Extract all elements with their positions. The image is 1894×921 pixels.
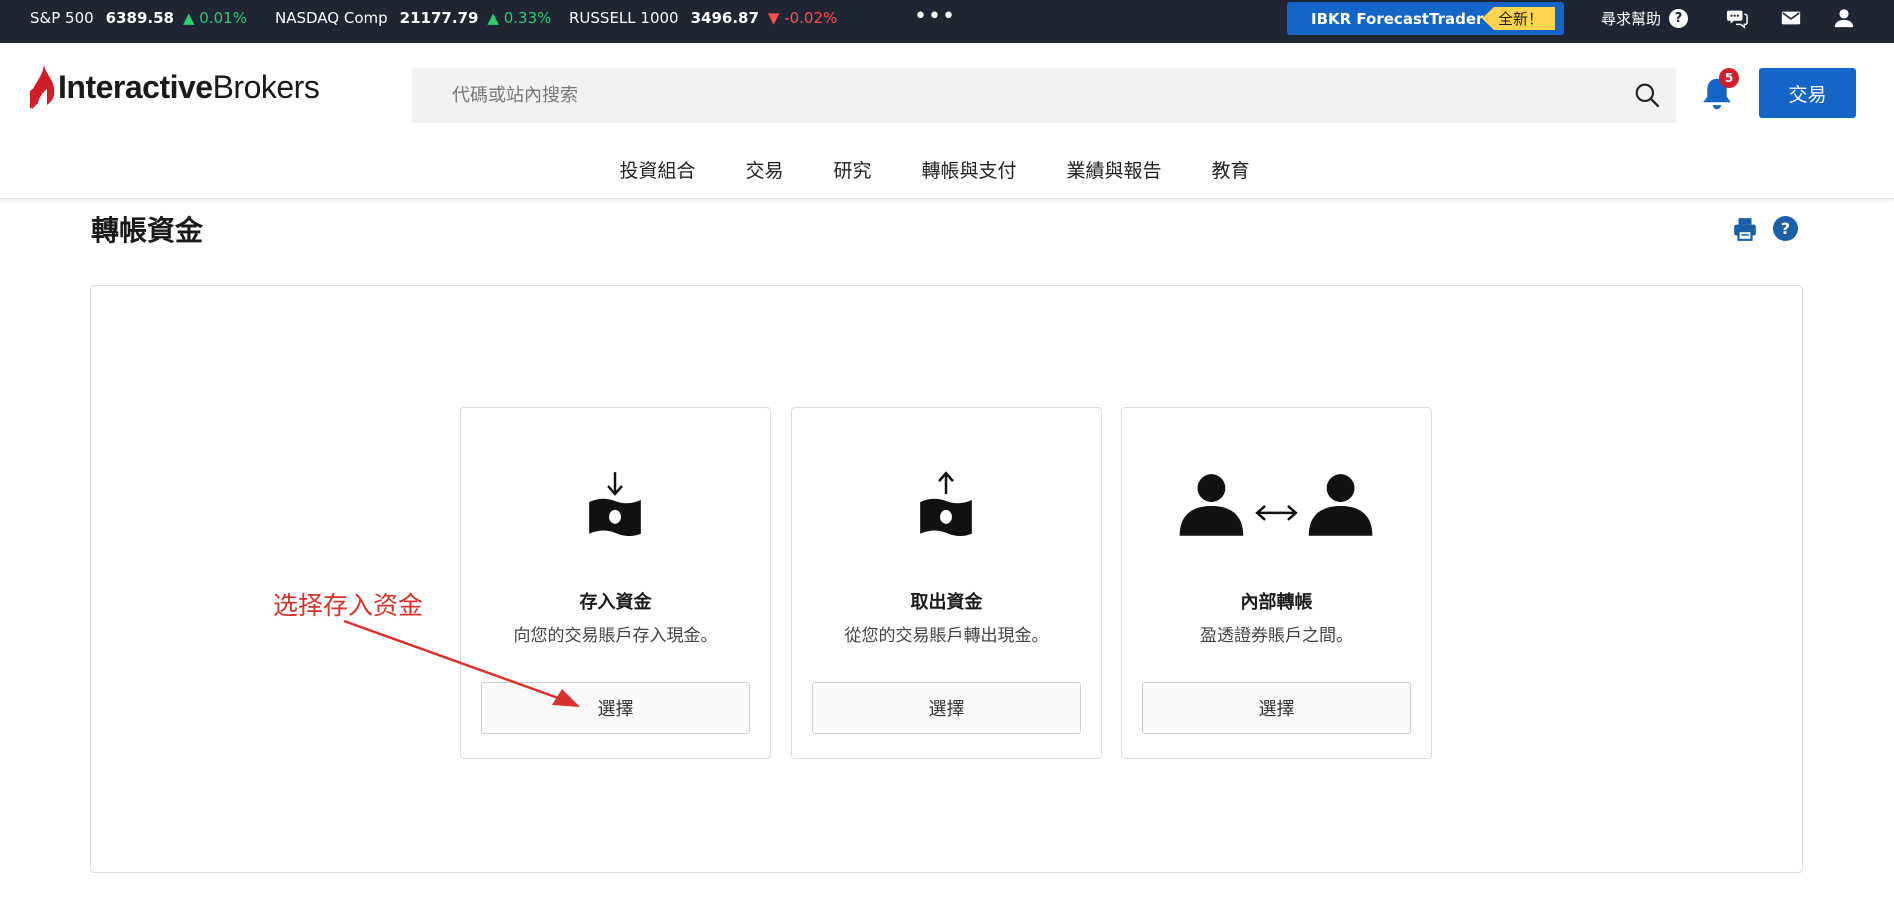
page-help-icon[interactable]: ? [1773,216,1798,241]
logo-wordmark: InteractiveBrokers [58,68,320,106]
ticker-item-nasdaq[interactable]: NASDAQ Comp 21177.79 ▲ 0.33% [275,0,551,36]
nav-item-performance-reports[interactable]: 業績與報告 [1067,156,1162,186]
ticker-value: 6389.58 [105,9,174,27]
card-title: 內部轉帳 [1240,592,1313,613]
ib-logo[interactable]: InteractiveBrokers [30,65,320,109]
ticker-item-sp500[interactable]: S&P 500 6389.58 ▲ 0.01% [30,0,247,36]
card-description: 盈透證券賬戶之間。 [1200,626,1353,646]
notification-count-badge: 5 [1719,68,1739,88]
ticker-name: RUSSELL 1000 [569,9,679,27]
help-circle-icon: ? [1669,8,1689,28]
ticker-value: 21177.79 [399,9,479,27]
ticker-value: 3496.87 [690,9,759,27]
page-title: 轉帳資金 [91,214,204,247]
nav-item-trade[interactable]: 交易 [745,156,783,186]
nav-item-transfer-pay[interactable]: 轉帳與支付 [922,156,1017,186]
ib-flame-icon [30,65,55,109]
annotation-arrow-icon [343,619,580,707]
logo-regular: Brokers [212,68,320,105]
logo-bold: Interactive [58,68,213,105]
internal-transfer-card: 內部轉帳 盈透證券賬戶之間。 選擇 [1121,407,1432,759]
withdraw-money-icon [920,471,972,536]
card-description: 從您的交易賬戶轉出現金。 [844,626,1049,646]
nav-item-portfolio[interactable]: 投資組合 [619,156,695,186]
user-account-icon[interactable] [1833,7,1855,29]
market-ticker-bar: S&P 500 6389.58 ▲ 0.01% NASDAQ Comp 2117… [0,0,1894,43]
chat-icon[interactable] [1726,7,1748,29]
forecasttrader-promo-button[interactable]: IBKR ForecastTrader 全新！ [1287,2,1564,35]
main-navigation: 投資組合 交易 研究 轉帳與支付 業績與報告 教育 [0,156,1894,186]
ticker-name: NASDAQ Comp [275,9,388,27]
site-header: InteractiveBrokers 5 交易 投資組合 交易 研究 轉帳與支付… [0,43,1894,199]
ticker-change: ▲ 0.01% [183,9,247,27]
site-search-bar [412,68,1676,123]
ticker-change: ▼ -0.02% [767,9,838,27]
deposit-money-icon [589,472,641,536]
ticker-name: S&P 500 [30,9,94,27]
promo-label: IBKR ForecastTrader [1311,9,1484,28]
withdraw-funds-card: 取出資金 從您的交易賬戶轉出現金。 選擇 [791,407,1102,759]
help-label: 尋求幫助 [1601,9,1662,28]
new-badge: 全新！ [1481,7,1555,30]
card-title: 存入資金 [579,592,652,613]
trade-button[interactable]: 交易 [1759,68,1856,118]
ticker-change: ▲ 0.33% [487,9,552,27]
ticker-more-button[interactable]: ••• [914,4,956,29]
nav-item-research[interactable]: 研究 [833,156,871,186]
search-input[interactable] [452,85,1602,106]
mail-icon[interactable] [1780,7,1802,29]
help-link[interactable]: 尋求幫助 ? [1601,0,1689,36]
internal-transfer-users-icon [1179,474,1373,536]
nav-item-education[interactable]: 教育 [1212,156,1250,186]
ticker-item-russell[interactable]: RUSSELL 1000 3496.87 ▼ -0.02% [569,0,837,36]
print-icon[interactable] [1732,216,1758,242]
card-title: 取出資金 [910,592,983,613]
search-icon[interactable] [1634,82,1660,108]
internal-transfer-select-button[interactable]: 選擇 [1142,682,1411,734]
withdraw-select-button[interactable]: 選擇 [812,682,1081,734]
